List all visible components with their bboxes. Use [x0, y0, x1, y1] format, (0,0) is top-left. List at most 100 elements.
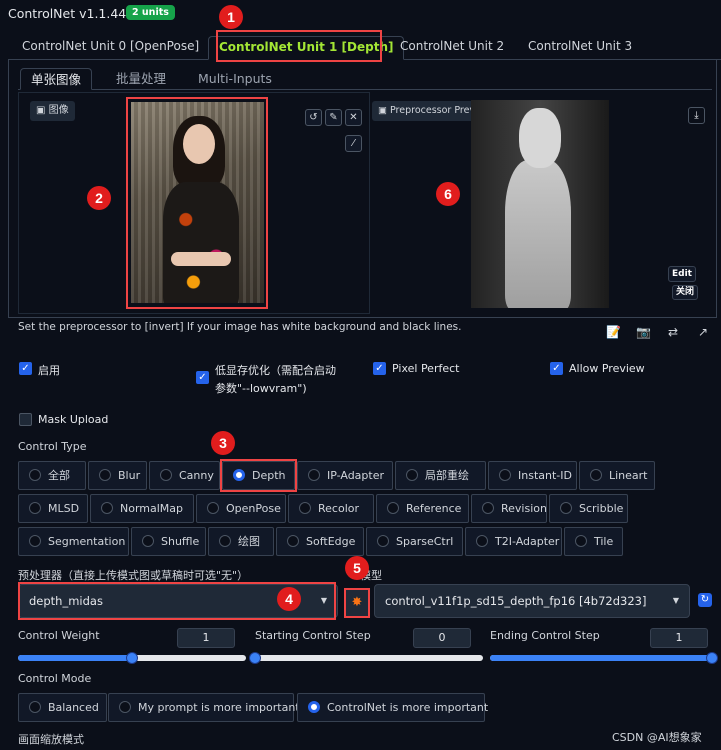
highlight-box-image: [126, 97, 268, 309]
send-dimensions-icon[interactable]: ↗: [698, 325, 708, 339]
refresh-icon[interactable]: ↻: [698, 593, 712, 607]
enable-checkbox[interactable]: ✓: [19, 362, 32, 375]
control-type-option-label: 局部重绘: [425, 469, 469, 482]
control-mode-option[interactable]: Balanced: [18, 693, 107, 722]
run-preprocessor-icon[interactable]: ✸: [344, 588, 370, 618]
control-type-option[interactable]: Scribble: [549, 494, 628, 523]
control-type-option-label: Shuffle: [161, 535, 200, 548]
radio-icon: [160, 469, 172, 481]
control-type-option-label: SparseCtrl: [396, 535, 454, 548]
download-icon[interactable]: ⤓: [688, 107, 705, 124]
radio-icon: [590, 469, 602, 481]
control-weight-knob[interactable]: [126, 652, 138, 664]
control-type-option[interactable]: SparseCtrl: [366, 527, 463, 556]
control-type-option-label: OpenPose: [226, 502, 281, 515]
control-type-option[interactable]: Segmentation: [18, 527, 129, 556]
marker-3: 3: [211, 431, 235, 455]
control-type-option[interactable]: 局部重绘: [395, 461, 486, 490]
control-type-option-label: Reference: [406, 502, 462, 515]
control-weight-input[interactable]: 1: [177, 628, 235, 648]
image-icon: ▣: [378, 105, 390, 116]
close-icon[interactable]: ✕: [345, 109, 362, 126]
control-type-option-label: Instant-ID: [518, 469, 572, 482]
control-type-option[interactable]: IP-Adapter: [297, 461, 393, 490]
control-type-option[interactable]: 绘图: [208, 527, 274, 556]
control-type-option[interactable]: Tile: [564, 527, 623, 556]
control-mode-option[interactable]: ControlNet is more important: [297, 693, 489, 722]
control-type-option[interactable]: NormalMap: [90, 494, 194, 523]
pixel-perfect-checkbox[interactable]: ✓: [373, 362, 386, 375]
new-canvas-icon[interactable]: 📝: [606, 325, 621, 339]
radio-icon: [560, 502, 572, 514]
tab-unit-2[interactable]: ControlNet Unit 2: [390, 36, 514, 60]
control-type-option[interactable]: Revision: [471, 494, 547, 523]
control-mode-option-label: My prompt is more important: [138, 701, 300, 714]
tab-batch[interactable]: 批量处理: [106, 68, 176, 90]
control-type-option-label: Canny: [179, 469, 214, 482]
swap-icon[interactable]: ⇄: [668, 325, 678, 339]
model-dropdown[interactable]: control_v11f1p_sd15_depth_fp16 [4b72d323…: [374, 584, 690, 618]
radio-icon: [142, 535, 154, 547]
radio-icon: [308, 701, 320, 713]
ending-step-input[interactable]: 1: [650, 628, 708, 648]
starting-step-input[interactable]: 0: [413, 628, 471, 648]
radio-icon: [29, 502, 41, 514]
control-type-option[interactable]: Canny: [149, 461, 220, 490]
app-title: ControlNet v1.1.445: [8, 6, 135, 21]
allow-preview-checkbox[interactable]: ✓: [550, 362, 563, 375]
radio-icon: [287, 535, 299, 547]
control-type-option[interactable]: T2I-Adapter: [465, 527, 562, 556]
control-type-option[interactable]: Reference: [376, 494, 469, 523]
control-weight-slider[interactable]: [18, 652, 246, 664]
pixel-perfect-label: Pixel Perfect: [392, 362, 460, 375]
radio-icon: [29, 701, 41, 713]
control-type-option[interactable]: Lineart: [579, 461, 655, 490]
mask-upload-checkbox[interactable]: [19, 413, 32, 426]
watermark: CSDN @AI想象家: [612, 731, 702, 744]
brush-icon[interactable]: ⁄: [345, 135, 362, 152]
control-type-option[interactable]: Shuffle: [131, 527, 206, 556]
control-type-option-label: Lineart: [609, 469, 648, 482]
radio-icon: [299, 502, 311, 514]
ending-step-label: Ending Control Step: [490, 629, 600, 642]
close-preview-button[interactable]: 关闭: [672, 285, 699, 300]
control-type-option[interactable]: OpenPose: [196, 494, 286, 523]
marker-5: 5: [345, 556, 369, 580]
control-type-option[interactable]: Blur: [88, 461, 147, 490]
control-type-option-label: T2I-Adapter: [495, 535, 560, 548]
radio-icon: [377, 535, 389, 547]
ending-step-knob[interactable]: [706, 652, 718, 664]
control-type-option[interactable]: SoftEdge: [276, 527, 364, 556]
starting-step-knob[interactable]: [249, 652, 261, 664]
radio-icon: [482, 502, 494, 514]
tab-unit-0[interactable]: ControlNet Unit 0 [OpenPose]: [12, 36, 209, 60]
invert-hint: Set the preprocessor to [invert] If your…: [18, 321, 462, 333]
camera-icon[interactable]: 📷: [636, 325, 651, 339]
control-type-option[interactable]: 全部: [18, 461, 86, 490]
radio-icon: [575, 535, 587, 547]
radio-icon: [207, 502, 219, 514]
radio-icon: [101, 502, 113, 514]
tab-unit-3[interactable]: ControlNet Unit 3: [518, 36, 642, 60]
radio-icon: [29, 535, 41, 547]
enable-label: 启用: [38, 364, 60, 377]
control-type-option-label: 全部: [48, 469, 70, 482]
control-mode-option-label: ControlNet is more important: [327, 701, 489, 714]
radio-icon: [99, 469, 111, 481]
tab-single-image[interactable]: 单张图像: [20, 68, 93, 90]
lowvram-checkbox[interactable]: ✓: [196, 371, 209, 384]
control-type-option-label: SoftEdge: [306, 535, 356, 548]
starting-step-slider[interactable]: [249, 652, 483, 664]
rotate-icon[interactable]: ↺: [305, 109, 322, 126]
ending-step-slider[interactable]: [490, 652, 718, 664]
control-type-option[interactable]: MLSD: [18, 494, 88, 523]
radio-icon: [29, 469, 41, 481]
control-type-option[interactable]: Recolor: [288, 494, 374, 523]
edit-button[interactable]: Edit: [668, 266, 696, 282]
control-type-option[interactable]: Instant-ID: [488, 461, 577, 490]
control-mode-option-label: Balanced: [48, 701, 99, 714]
resize-mode-label: 画面缩放模式: [18, 733, 84, 746]
control-mode-option[interactable]: My prompt is more important: [108, 693, 300, 722]
eraser-icon[interactable]: ✎: [325, 109, 342, 126]
tab-multi-inputs[interactable]: Multi-Inputs: [188, 68, 282, 90]
